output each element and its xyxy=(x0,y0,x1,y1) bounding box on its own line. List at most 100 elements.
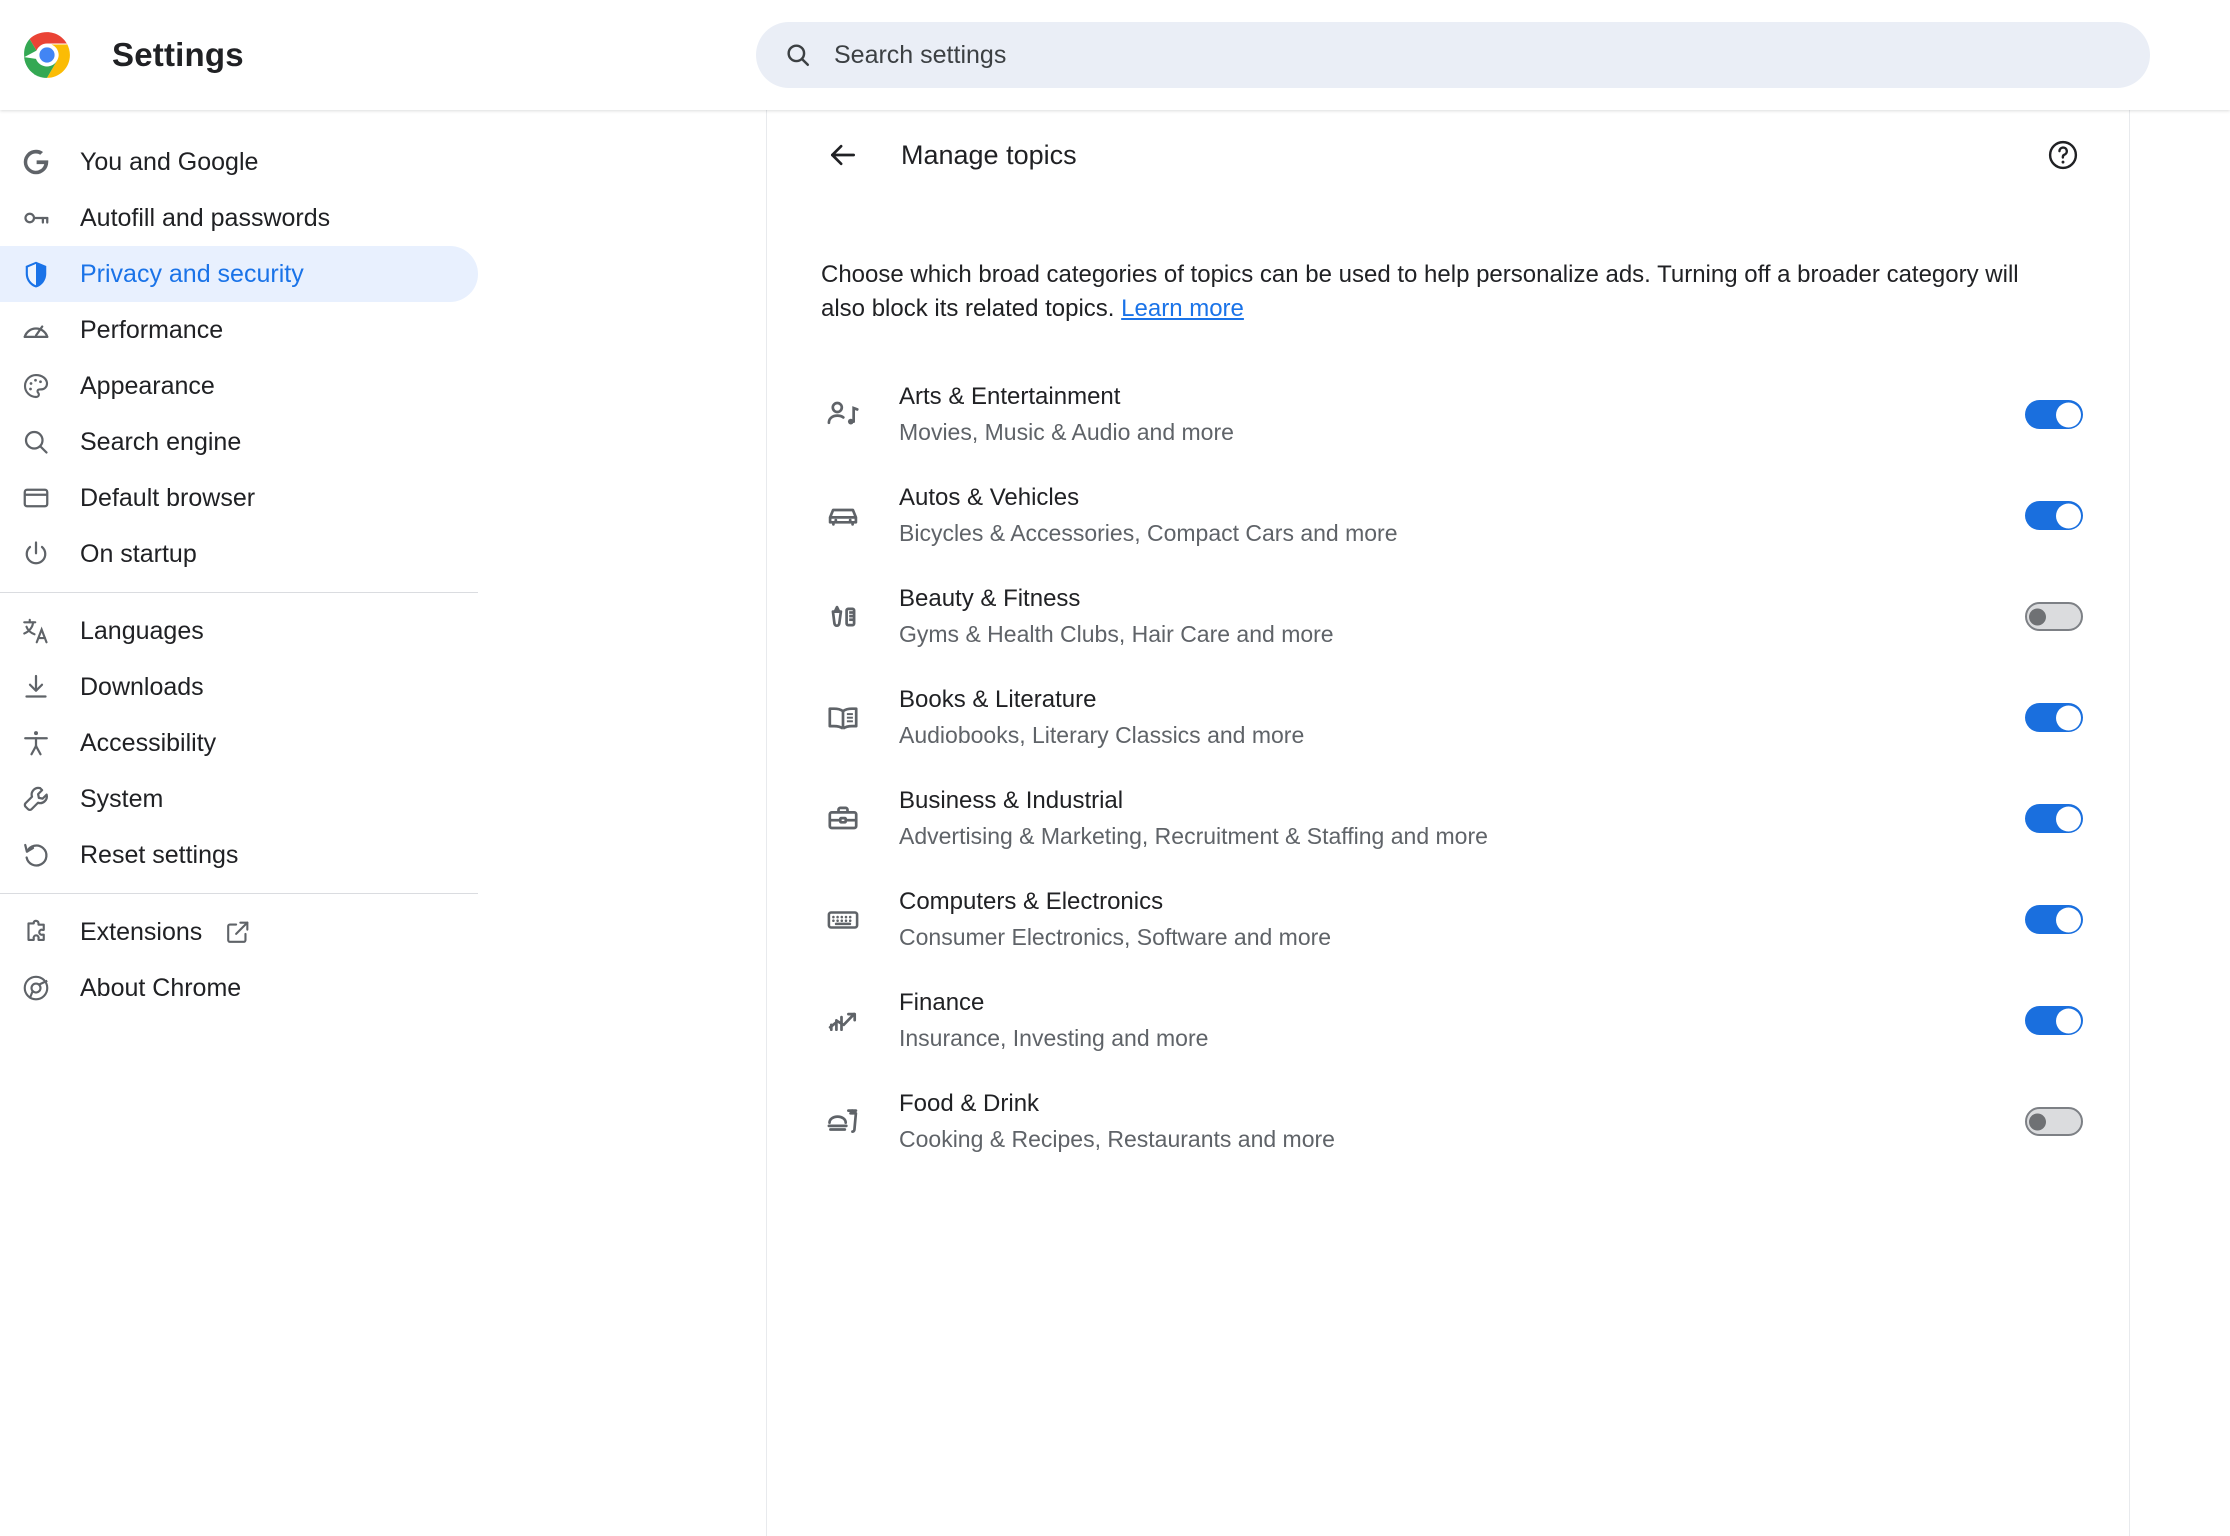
sidebar-item-performance[interactable]: Performance xyxy=(0,302,478,358)
manage-topics-title: Manage topics xyxy=(901,139,1077,170)
main-content-card: Manage topics Choose which broad categor… xyxy=(766,110,2130,1536)
sidebar-item-accessibility[interactable]: Accessibility xyxy=(0,715,478,771)
topic-subtitle: Bicycles & Accessories, Compact Cars and… xyxy=(899,519,1398,546)
chrome-logo-icon xyxy=(22,30,72,80)
help-circle-icon[interactable] xyxy=(2039,131,2087,179)
table-row: Business & Industrial Advertising & Mark… xyxy=(767,768,2129,869)
sidebar-item-languages[interactable]: Languages xyxy=(0,603,478,659)
table-row: Computers & Electronics Consumer Electro… xyxy=(767,869,2129,970)
sidebar-item-label: Reset settings xyxy=(80,840,239,869)
keyboard-icon xyxy=(821,898,865,942)
sidebar-item-label: Downloads xyxy=(80,672,204,701)
toggle-knob xyxy=(2056,806,2081,832)
key-icon xyxy=(18,200,54,236)
sidebar-item-search-engine[interactable]: Search engine xyxy=(0,414,478,470)
topic-title: Food & Drink xyxy=(899,1090,1040,1118)
topic-subtitle: Movies, Music & Audio and more xyxy=(899,418,1234,445)
sidebar-item-downloads[interactable]: Downloads xyxy=(0,659,478,715)
topic-text: Computers & Electronics Consumer Electro… xyxy=(899,888,2005,950)
browser-window-icon xyxy=(18,480,54,516)
page-title: Settings xyxy=(112,36,244,73)
toggle-knob xyxy=(2056,1008,2081,1034)
table-row: Food & Drink Cooking & Recipes, Restaura… xyxy=(767,1071,2129,1172)
food-drink-icon xyxy=(821,1100,865,1144)
toggle-knob xyxy=(2056,705,2081,731)
sidebar-item-autofill-and-passwords[interactable]: Autofill and passwords xyxy=(0,190,478,246)
chrome-outline-icon xyxy=(18,970,54,1006)
sidebar-divider xyxy=(0,592,478,593)
topic-toggle[interactable] xyxy=(2025,602,2083,632)
search-icon xyxy=(787,44,810,67)
topic-toggle[interactable] xyxy=(2025,703,2083,733)
main-header: Manage topics xyxy=(767,110,2129,200)
topic-text: Business & Industrial Advertising & Mark… xyxy=(899,787,2005,849)
wrench-icon xyxy=(18,781,54,817)
topic-toggle[interactable] xyxy=(2025,1006,2083,1036)
sidebar-item-extensions[interactable]: Extensions xyxy=(0,904,478,960)
topic-title: Finance xyxy=(899,989,985,1017)
topic-title: Autos & Vehicles xyxy=(899,484,1080,512)
topic-text: Arts & Entertainment Movies, Music & Aud… xyxy=(899,383,2005,445)
toggle-knob xyxy=(2056,907,2081,933)
sidebar-item-label: System xyxy=(80,784,164,813)
table-row: Autos & Vehicles Bicycles & Accessories,… xyxy=(767,465,2129,566)
top-bar: Settings Search settings xyxy=(0,0,2230,110)
toggle-knob xyxy=(2056,402,2081,428)
sidebar-item-privacy-and-security[interactable]: Privacy and security xyxy=(0,246,478,302)
briefcase-icon xyxy=(821,797,865,841)
topic-toggle[interactable] xyxy=(2025,400,2083,430)
sidebar-item-you-and-google[interactable]: You and Google xyxy=(0,134,478,190)
toggle-knob xyxy=(2056,503,2081,529)
description-text: Choose which broad categories of topics … xyxy=(821,258,2033,326)
topic-subtitle: Advertising & Marketing, Recruitment & S… xyxy=(899,822,1488,849)
description-body: Choose which broad categories of topics … xyxy=(821,261,2019,323)
table-row: Books & Literature Audiobooks, Literary … xyxy=(767,667,2129,768)
topic-toggle[interactable] xyxy=(2025,1107,2083,1137)
topic-subtitle: Gyms & Health Clubs, Hair Care and more xyxy=(899,620,1334,647)
topic-title: Business & Industrial xyxy=(899,787,1124,815)
search-input[interactable]: Search settings xyxy=(756,22,2150,88)
sidebar-item-label: Languages xyxy=(80,616,204,645)
speedometer-icon xyxy=(18,312,54,348)
sidebar-item-label: Autofill and passwords xyxy=(80,203,331,232)
sidebar-item-label: Accessibility xyxy=(80,728,217,757)
topic-subtitle: Cooking & Recipes, Restaurants and more xyxy=(899,1125,1335,1152)
topic-title: Books & Literature xyxy=(899,686,1097,714)
topics-list: Arts & Entertainment Movies, Music & Aud… xyxy=(767,364,2129,1172)
accessibility-icon xyxy=(18,725,54,761)
open-in-new-icon[interactable] xyxy=(224,918,252,946)
power-icon xyxy=(18,536,54,572)
topic-title: Computers & Electronics xyxy=(899,888,1164,916)
translate-icon xyxy=(18,613,54,649)
topic-text: Autos & Vehicles Bicycles & Accessories,… xyxy=(899,484,2005,546)
topic-subtitle: Consumer Electronics, Software and more xyxy=(899,923,1332,950)
sidebar-item-label: Extensions xyxy=(80,917,203,946)
download-icon xyxy=(18,669,54,705)
puzzle-icon xyxy=(18,914,54,950)
learn-more-link[interactable]: Learn more xyxy=(1121,295,1244,322)
sidebar-item-label: Appearance xyxy=(80,371,215,400)
sidebar-divider xyxy=(0,893,478,894)
topic-toggle[interactable] xyxy=(2025,804,2083,834)
search-icon xyxy=(18,424,54,460)
sidebar-item-label: Default browser xyxy=(80,483,256,512)
topic-toggle[interactable] xyxy=(2025,905,2083,935)
topic-toggle[interactable] xyxy=(2025,501,2083,531)
sidebar-item-label: Privacy and security xyxy=(80,259,304,288)
toggle-knob xyxy=(2029,608,2046,626)
sidebar-item-about-chrome[interactable]: About Chrome xyxy=(0,960,478,1016)
sidebar-item-appearance[interactable]: Appearance xyxy=(0,358,478,414)
topic-text: Food & Drink Cooking & Recipes, Restaura… xyxy=(899,1090,2005,1152)
nail-polish-comb-icon xyxy=(821,595,865,639)
sidebar-item-system[interactable]: System xyxy=(0,771,478,827)
sidebar-item-default-browser[interactable]: Default browser xyxy=(0,470,478,526)
trending-chart-icon xyxy=(821,999,865,1043)
sidebar-item-reset-settings[interactable]: Reset settings xyxy=(0,827,478,883)
sidebar: You and Google Autofill and passwords Pr… xyxy=(0,110,766,1536)
toggle-knob xyxy=(2029,1113,2046,1131)
topic-text: Beauty & Fitness Gyms & Health Clubs, Ha… xyxy=(899,585,2005,647)
topic-subtitle: Audiobooks, Literary Classics and more xyxy=(899,721,1305,748)
back-arrow-icon[interactable] xyxy=(819,131,867,179)
sidebar-item-on-startup[interactable]: On startup xyxy=(0,526,478,582)
sidebar-item-label: About Chrome xyxy=(80,973,242,1002)
